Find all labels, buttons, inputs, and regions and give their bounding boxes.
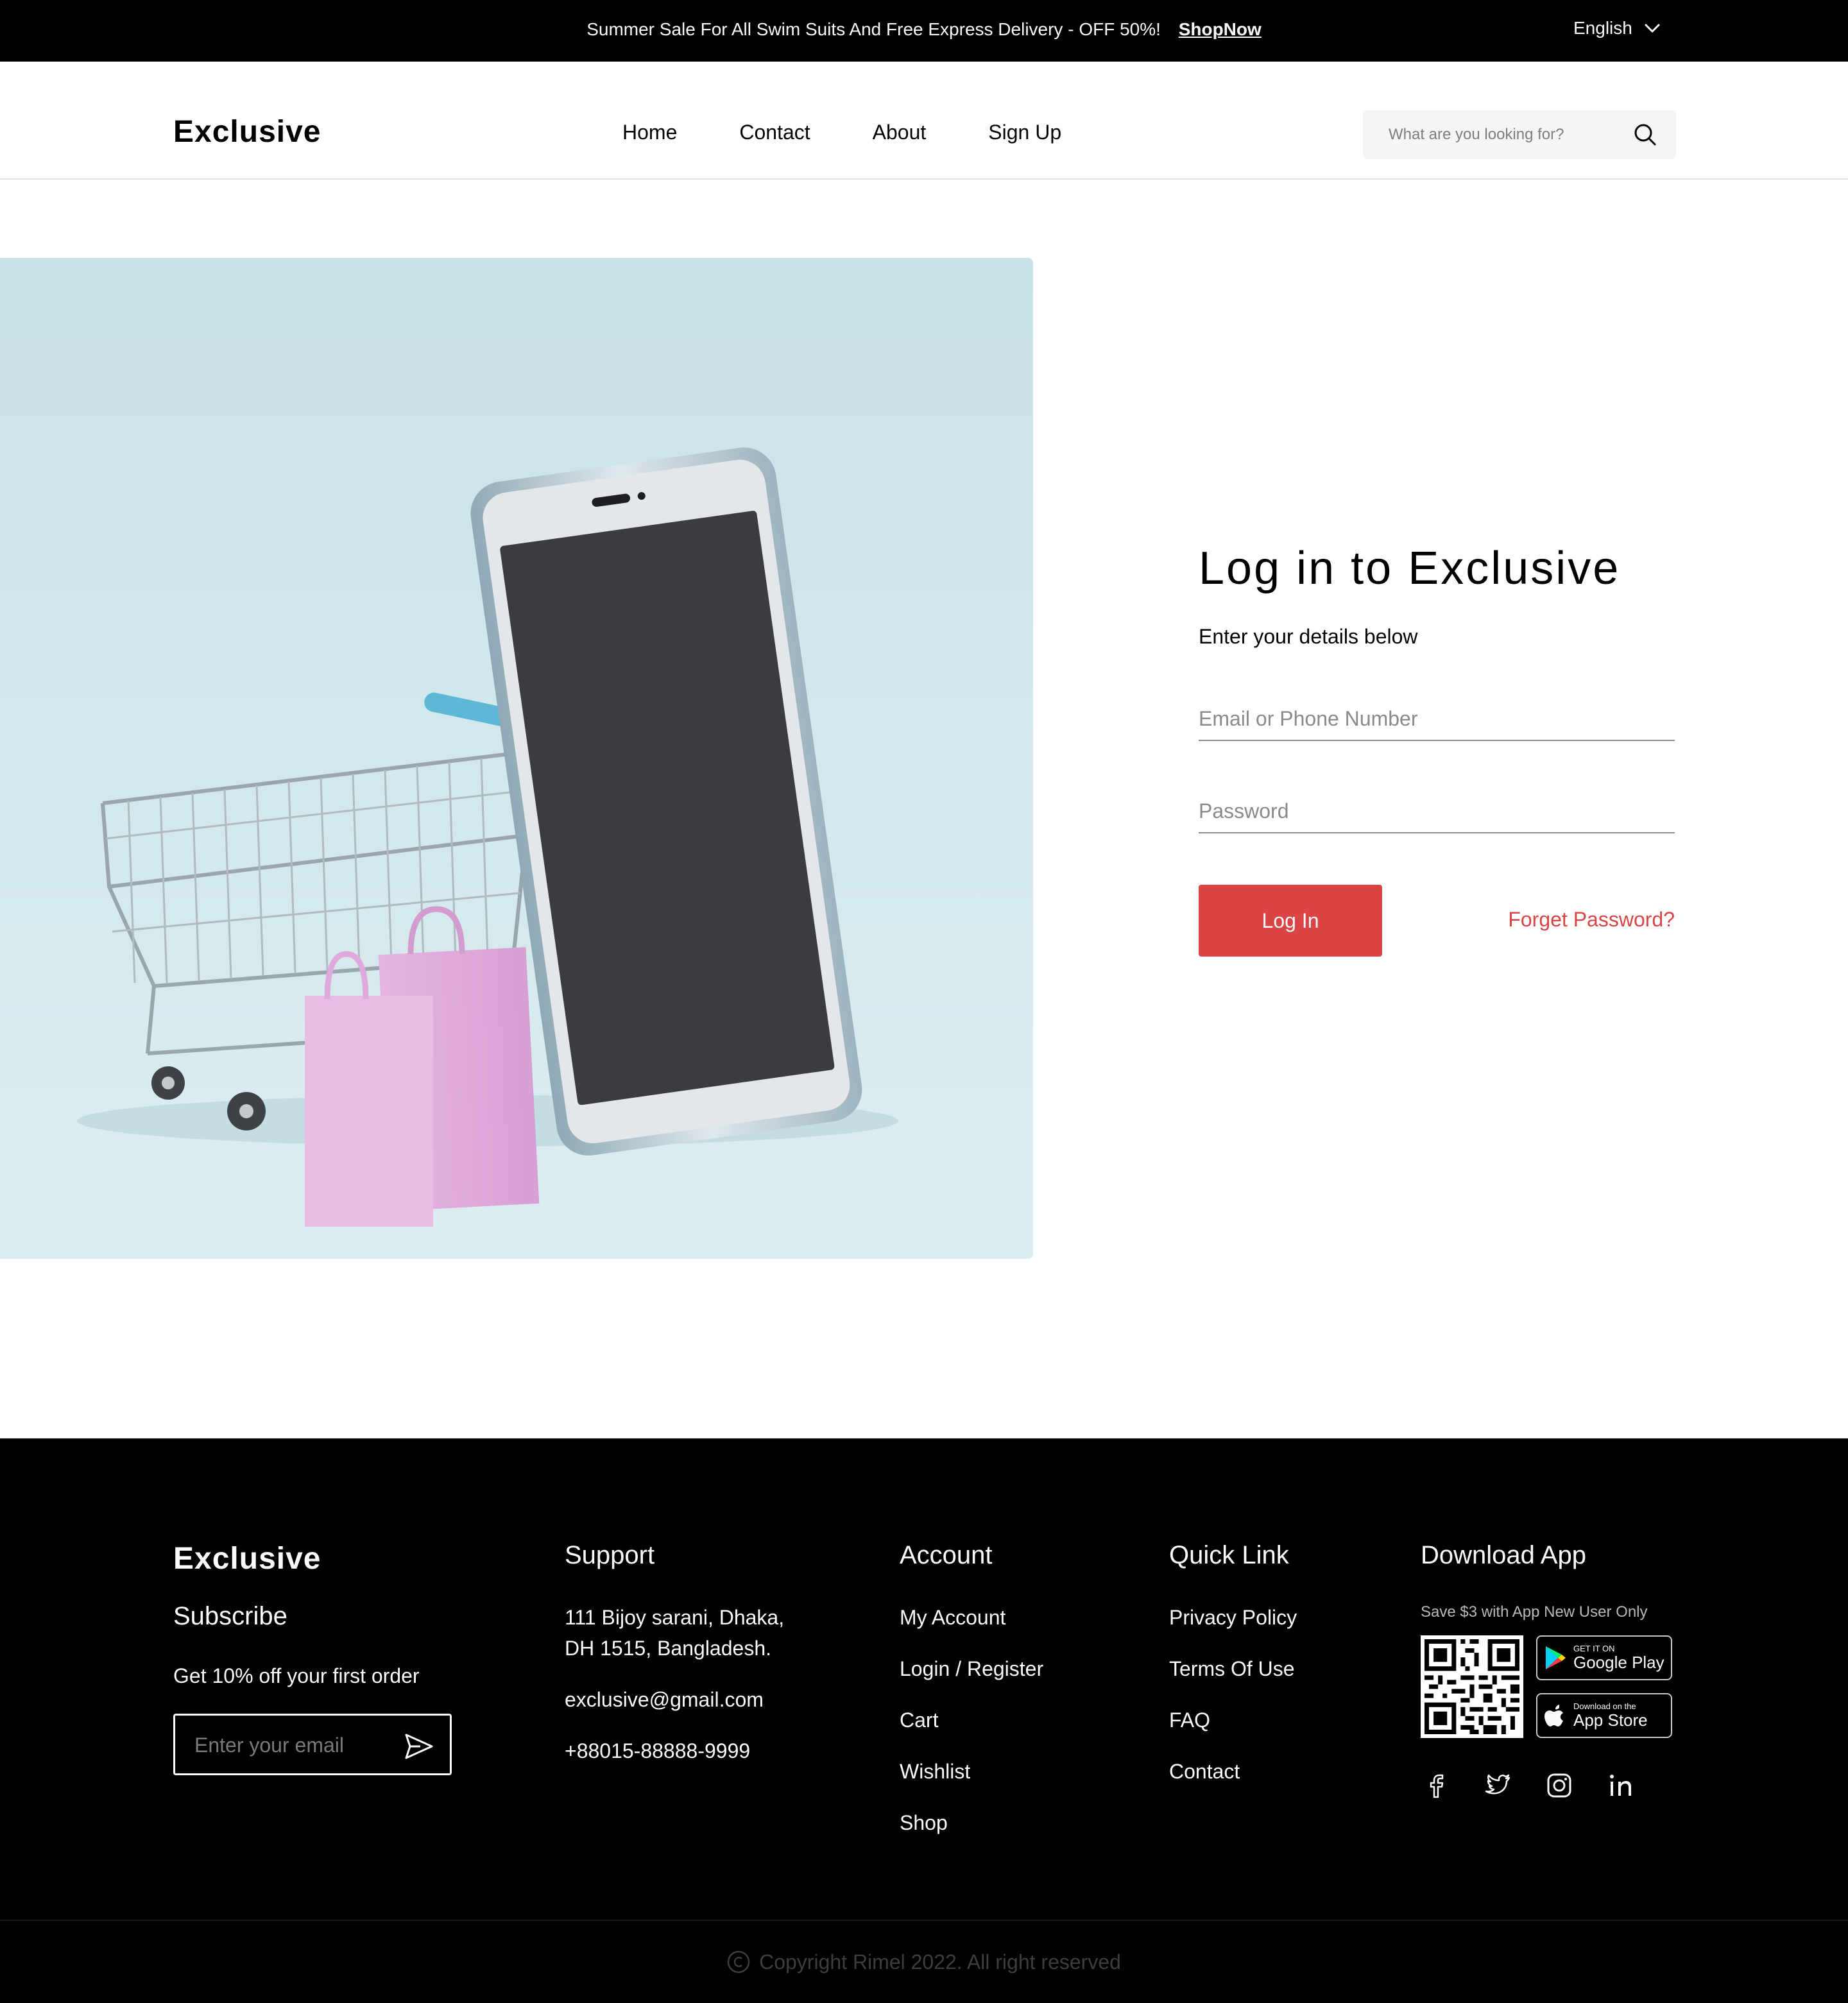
support-phone[interactable]: +88015-88888-9999 xyxy=(565,1735,784,1766)
google-play-small-text: GET IT ON xyxy=(1573,1644,1615,1653)
login-title: Log in to Exclusive xyxy=(1199,543,1621,594)
chevron-down-icon xyxy=(1645,24,1660,33)
support-address-line2: DH 1515, Bangladesh. xyxy=(565,1637,771,1660)
search-bar xyxy=(1363,110,1676,159)
subscribe-email-box xyxy=(173,1714,452,1775)
store-badges: GET IT ON Google Play Download on the Ap… xyxy=(1536,1635,1672,1738)
forgot-password-link[interactable]: Forget Password? xyxy=(1508,908,1675,932)
facebook-icon[interactable] xyxy=(1421,1770,1451,1801)
footer-subscribe-column: Exclusive Subscribe Get 10% off your fir… xyxy=(173,1541,452,1775)
google-play-big-text: Google Play xyxy=(1573,1653,1664,1672)
login-form: Log in to Exclusive Enter your details b… xyxy=(1199,539,1675,957)
shopping-cart-phone-illustration xyxy=(0,258,1033,1259)
password-field-wrapper xyxy=(1199,795,1675,833)
support-heading: Support xyxy=(565,1541,655,1569)
link-terms-of-use[interactable]: Terms Of Use xyxy=(1169,1653,1297,1684)
quick-links: Privacy Policy Terms Of Use FAQ Contact xyxy=(1169,1602,1297,1787)
link-wishlist[interactable]: Wishlist xyxy=(900,1756,1043,1787)
account-links: My Account Login / Register Cart Wishlis… xyxy=(900,1602,1043,1838)
link-shop[interactable]: Shop xyxy=(900,1807,1043,1838)
link-my-account[interactable]: My Account xyxy=(900,1602,1043,1633)
link-cart[interactable]: Cart xyxy=(900,1705,1043,1735)
promo-text: Summer Sale For All Swim Suits And Free … xyxy=(586,19,1161,39)
subscribe-heading: Subscribe xyxy=(173,1602,287,1630)
app-store-badge[interactable]: Download on the App Store xyxy=(1536,1693,1672,1738)
quick-link-heading: Quick Link xyxy=(1169,1541,1289,1569)
twitter-icon[interactable] xyxy=(1482,1770,1513,1801)
app-store-small-text: Download on the xyxy=(1573,1701,1636,1711)
search-icon[interactable] xyxy=(1632,122,1658,148)
email-or-phone-input[interactable] xyxy=(1199,703,1675,735)
app-promo-note: Save $3 with App New User Only xyxy=(1421,1603,1648,1621)
subscribe-email-input[interactable] xyxy=(194,1732,387,1758)
support-address: 111 Bijoy sarani, Dhaka, DH 1515, Banglad… xyxy=(565,1602,784,1664)
password-input[interactable] xyxy=(1199,795,1675,827)
support-info: 111 Bijoy sarani, Dhaka, DH 1515, Banglad… xyxy=(565,1602,784,1766)
nav-about[interactable]: About xyxy=(873,121,927,144)
site-footer: Exclusive Subscribe Get 10% off your fir… xyxy=(0,1438,1848,2003)
footer-support-column: Support 111 Bijoy sarani, Dhaka, DH 1515,… xyxy=(565,1541,784,1787)
instagram-icon[interactable] xyxy=(1544,1770,1575,1801)
copyright-icon xyxy=(727,1950,750,1973)
app-store-text: Download on the App Store xyxy=(1573,1701,1648,1730)
apple-icon xyxy=(1544,1705,1563,1726)
main-nav: Home Contact About Sign Up xyxy=(622,121,1124,144)
google-play-icon xyxy=(1546,1646,1566,1669)
site-logo[interactable]: Exclusive xyxy=(173,114,321,149)
language-selector[interactable]: English xyxy=(1573,18,1661,38)
nav-home[interactable]: Home xyxy=(622,121,677,144)
search-input[interactable] xyxy=(1389,122,1620,148)
login-actions: Log In Forget Password? xyxy=(1199,885,1675,957)
promo-banner: Summer Sale For All Swim Suits And Free … xyxy=(0,19,1848,40)
footer-account-column: Account My Account Login / Register Cart… xyxy=(900,1541,1043,1859)
hero-image xyxy=(0,258,1033,1259)
link-login-register[interactable]: Login / Register xyxy=(900,1653,1043,1684)
announcement-bar: Summer Sale For All Swim Suits And Free … xyxy=(0,0,1848,62)
account-heading: Account xyxy=(900,1541,993,1569)
qr-code-image xyxy=(1425,1639,1519,1734)
nav-contact[interactable]: Contact xyxy=(739,121,810,144)
nav-sign-up[interactable]: Sign Up xyxy=(988,121,1061,144)
shop-now-link[interactable]: ShopNow xyxy=(1179,19,1262,39)
link-contact[interactable]: Contact xyxy=(1169,1756,1297,1787)
footer-logo[interactable]: Exclusive xyxy=(173,1541,452,1576)
send-icon[interactable] xyxy=(404,1732,434,1760)
google-play-text: GET IT ON Google Play xyxy=(1573,1644,1664,1672)
social-links xyxy=(1421,1770,1672,1801)
footer-quick-link-column: Quick Link Privacy Policy Terms Of Use F… xyxy=(1169,1541,1297,1807)
google-play-badge[interactable]: GET IT ON Google Play xyxy=(1536,1635,1672,1680)
subscribe-text: Get 10% off your first order xyxy=(173,1664,420,1687)
link-privacy-policy[interactable]: Privacy Policy xyxy=(1169,1602,1297,1633)
support-address-line1: 111 Bijoy sarani, Dhaka, xyxy=(565,1606,785,1629)
copyright-bar: Copyright Rimel 2022. All right reserved xyxy=(0,1920,1848,2003)
qr-code xyxy=(1421,1635,1523,1738)
download-app-heading: Download App xyxy=(1421,1541,1586,1569)
footer-download-column: Download App Save $3 with App New User O… xyxy=(1421,1541,1672,1801)
site-header: Exclusive Home Contact About Sign Up xyxy=(0,62,1848,180)
support-email[interactable]: exclusive@gmail.com xyxy=(565,1684,784,1715)
login-subtitle: Enter your details below xyxy=(1199,625,1418,648)
email-field-wrapper xyxy=(1199,703,1675,741)
app-store-big-text: App Store xyxy=(1573,1710,1648,1730)
link-faq[interactable]: FAQ xyxy=(1169,1705,1297,1735)
app-download-row: GET IT ON Google Play Download on the Ap… xyxy=(1421,1635,1672,1738)
log-in-button[interactable]: Log In xyxy=(1199,885,1382,957)
linkedin-icon[interactable] xyxy=(1605,1770,1636,1801)
language-label: English xyxy=(1573,18,1632,38)
copyright-text: Copyright Rimel 2022. All right reserved xyxy=(759,1950,1121,1973)
